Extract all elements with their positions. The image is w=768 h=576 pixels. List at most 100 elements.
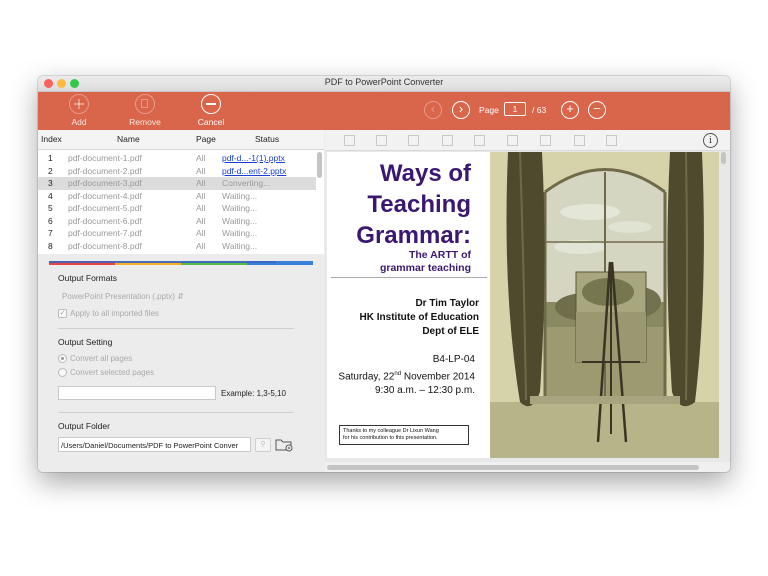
layout-icon[interactable] bbox=[344, 135, 355, 146]
slide-preview: Ways of Teaching Grammar: The ARTT of gr… bbox=[327, 152, 719, 458]
row-index: 1 bbox=[48, 153, 53, 163]
output-folder-label: Output Folder bbox=[58, 421, 110, 431]
table-row[interactable]: 6 pdf-document-6.pdf All Waiting... bbox=[38, 215, 316, 228]
row-page: All bbox=[196, 178, 206, 188]
row-name: pdf-document-8.pdf bbox=[68, 240, 142, 251]
previous-page-button[interactable]: ‹ bbox=[424, 101, 442, 119]
add-button[interactable]: Add bbox=[49, 94, 109, 127]
row-name: pdf-document-1.pdf bbox=[68, 153, 142, 163]
remove-icon bbox=[135, 94, 155, 114]
view-mode-bar: i bbox=[325, 130, 730, 151]
app-window: PDF to PowerPoint Converter Add Remove C… bbox=[38, 76, 730, 472]
row-index: 3 bbox=[48, 178, 53, 188]
left-panel: Index Name Page Status 1 pdf-document-1.… bbox=[38, 130, 324, 472]
info-icon[interactable]: i bbox=[703, 133, 718, 148]
row-page: All bbox=[196, 165, 206, 176]
page-range-input[interactable] bbox=[58, 386, 216, 400]
row-page: All bbox=[196, 203, 206, 213]
apply-all-checkbox[interactable]: ✓ Apply to all imported files bbox=[58, 309, 159, 319]
preview-vertical-scrollbar[interactable] bbox=[721, 152, 726, 164]
window-title: PDF to PowerPoint Converter bbox=[324, 77, 444, 87]
table-row[interactable]: 5 pdf-document-5.pdf All Waiting... bbox=[38, 202, 316, 215]
layout-icon[interactable] bbox=[474, 135, 485, 146]
divider bbox=[58, 412, 294, 413]
header-index[interactable]: Index bbox=[41, 134, 62, 144]
table-row[interactable]: 3 pdf-document-3.pdf All Converting... bbox=[38, 177, 316, 190]
row-page: All bbox=[196, 240, 206, 251]
title-bar: PDF to PowerPoint Converter bbox=[38, 76, 730, 92]
row-page: All bbox=[196, 190, 206, 201]
row-name: pdf-document-2.pdf bbox=[68, 165, 142, 176]
preview-panel: i Ways of Teaching Grammar: The ARTT of … bbox=[325, 130, 730, 472]
row-index: 7 bbox=[48, 228, 53, 238]
radio-selected-icon bbox=[58, 354, 67, 364]
convert-all-radio[interactable]: Convert all pages bbox=[58, 354, 133, 364]
output-format-select[interactable]: PowerPoint Presentation (.pptx) ⇵ bbox=[58, 289, 202, 304]
layout-icon[interactable] bbox=[574, 135, 585, 146]
row-status: Waiting... bbox=[222, 215, 258, 226]
header-name[interactable]: Name bbox=[117, 134, 140, 144]
row-status-link[interactable]: pdf-d...-1(1).pptx bbox=[222, 153, 285, 163]
slide-title: Ways of Teaching Grammar: bbox=[356, 160, 471, 249]
zoom-out-button[interactable]: − bbox=[588, 101, 606, 119]
table-row[interactable]: 4 pdf-document-4.pdf All Waiting... bbox=[38, 190, 316, 203]
chevron-updown-icon: ⇵ bbox=[177, 292, 184, 301]
slide-text-area: Ways of Teaching Grammar: The ARTT of gr… bbox=[327, 152, 487, 458]
row-status: Waiting... bbox=[222, 240, 258, 251]
scroll-thumb[interactable] bbox=[327, 465, 699, 470]
cancel-icon bbox=[201, 94, 221, 114]
table-row[interactable]: 1 pdf-document-1.pdf All pdf-d...-1(1).p… bbox=[38, 152, 316, 165]
layout-icon[interactable] bbox=[507, 135, 518, 146]
row-index: 8 bbox=[48, 240, 53, 251]
row-status: Converting... bbox=[222, 178, 271, 188]
slide-author: Dr Tim Taylor HK Institute of Education … bbox=[359, 298, 479, 337]
row-status-link[interactable]: pdf-d...ent-2.pptx bbox=[222, 166, 286, 176]
output-formats-label: Output Formats bbox=[58, 273, 118, 283]
output-format-value: PowerPoint Presentation (.pptx) bbox=[62, 292, 175, 301]
output-folder-path[interactable]: /Users/Daniel/Documents/PDF to PowerPoin… bbox=[58, 437, 251, 452]
header-page[interactable]: Page bbox=[196, 134, 216, 144]
table-row[interactable]: 7 pdf-document-7.pdf All Waiting... bbox=[38, 227, 316, 240]
layout-icon[interactable] bbox=[408, 135, 419, 146]
layout-icon[interactable] bbox=[540, 135, 551, 146]
checkbox-icon: ✓ bbox=[58, 309, 67, 319]
row-name: pdf-document-3.pdf bbox=[68, 178, 142, 188]
thanks-note: Thanks to my colleague Dr Lixun Wang for… bbox=[339, 425, 469, 445]
table-row[interactable]: 8 pdf-document-8.pdf All Waiting... bbox=[38, 240, 316, 253]
row-status: Waiting... bbox=[222, 190, 258, 201]
page-label: Page bbox=[479, 105, 499, 115]
convert-selected-radio[interactable]: Convert selected pages bbox=[58, 368, 155, 378]
file-table: Index Name Page Status 1 pdf-document-1.… bbox=[38, 130, 324, 254]
remove-button[interactable]: Remove bbox=[115, 94, 175, 127]
output-setting-label: Output Setting bbox=[58, 337, 113, 347]
divider bbox=[58, 328, 294, 329]
next-page-button[interactable]: › bbox=[452, 101, 470, 119]
row-page: All bbox=[196, 228, 206, 238]
row-name: pdf-document-6.pdf bbox=[68, 215, 142, 226]
row-status: Waiting... bbox=[222, 203, 258, 213]
cancel-label: Cancel bbox=[197, 117, 225, 127]
row-page: All bbox=[196, 153, 206, 163]
page-number-input[interactable] bbox=[504, 102, 526, 116]
total-pages: / 63 bbox=[532, 105, 547, 115]
search-folder-icon[interactable]: ⚲ bbox=[255, 438, 271, 452]
cancel-button[interactable]: Cancel bbox=[181, 94, 241, 127]
layout-icon[interactable] bbox=[376, 135, 387, 146]
row-index: 6 bbox=[48, 215, 53, 226]
zoom-in-button[interactable]: + bbox=[561, 101, 579, 119]
table-header: Index Name Page Status bbox=[38, 130, 324, 150]
layout-icon[interactable] bbox=[442, 135, 453, 146]
table-scrollbar[interactable] bbox=[317, 152, 322, 178]
convert-all-label: Convert all pages bbox=[70, 354, 133, 363]
header-status[interactable]: Status bbox=[255, 134, 279, 144]
row-status: Waiting... bbox=[222, 228, 258, 238]
row-index: 4 bbox=[48, 190, 53, 201]
apply-all-label: Apply to all imported files bbox=[70, 309, 159, 318]
preview-horizontal-scrollbar[interactable] bbox=[325, 462, 730, 472]
convert-selected-label: Convert selected pages bbox=[70, 368, 155, 377]
table-row[interactable]: 2 pdf-document-2.pdf All pdf-d...ent-2.p… bbox=[38, 165, 316, 178]
layout-icon[interactable] bbox=[606, 135, 617, 146]
row-name: pdf-document-4.pdf bbox=[68, 190, 142, 201]
open-folder-icon[interactable] bbox=[274, 436, 294, 452]
slide-subtitle: The ARTT of grammar teaching bbox=[379, 249, 471, 274]
